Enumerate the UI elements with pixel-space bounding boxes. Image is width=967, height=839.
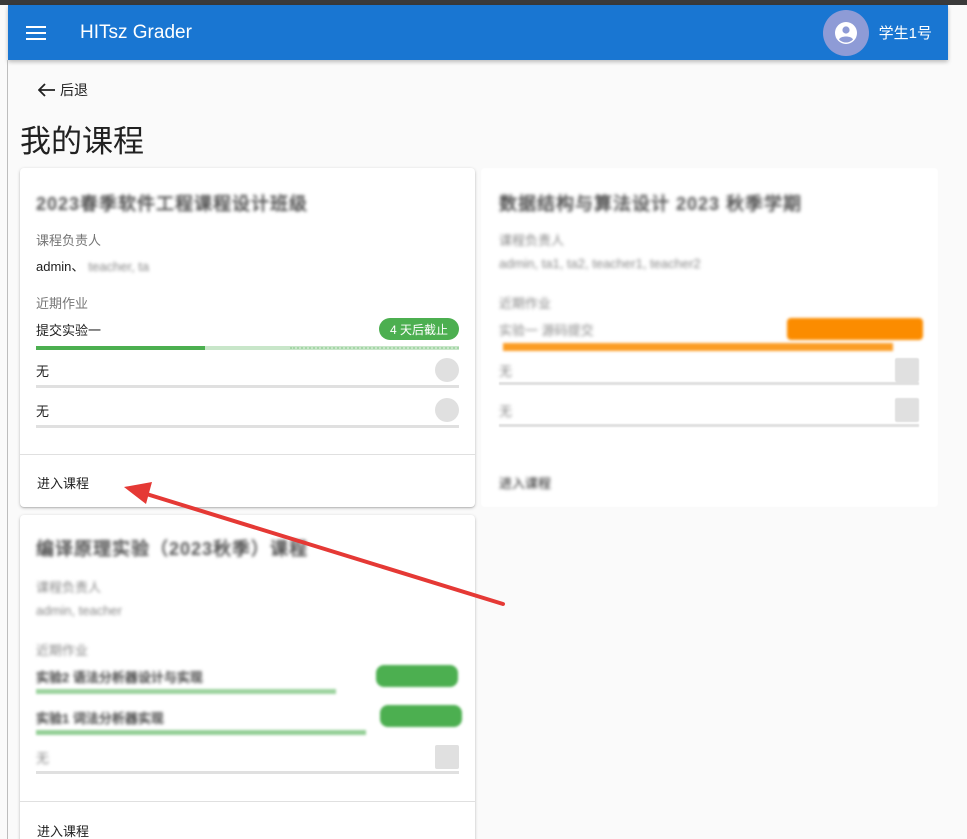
course-owners: admin, ta1, ta2, teacher1, teacher2 [499, 256, 701, 271]
recent-assignments-label: 近期作业 [36, 643, 89, 658]
enter-course-button[interactable]: 进入课程 [499, 473, 551, 492]
deadline-badge [380, 705, 462, 727]
progress-fill [36, 346, 206, 350]
owner-label: 课程负责人 [499, 233, 565, 248]
assignment-progress-empty [499, 382, 919, 385]
back-button[interactable]: 后退 [38, 80, 88, 100]
assignment-name[interactable]: 实验2 语法分析器设计与实现 [36, 667, 203, 686]
arrow-left-icon [38, 83, 55, 97]
deadline-badge [376, 665, 458, 687]
assignment-name[interactable]: 实验1 词法分析器实现 [36, 708, 164, 727]
course-owners: admin、 teacher, ta [36, 259, 150, 274]
user-menu[interactable]: 学生1号 [822, 9, 932, 56]
card-divider [20, 454, 475, 455]
course-title: 2023春季软件工程课程设计班级 [36, 194, 309, 214]
assignment-progress-empty [36, 385, 459, 388]
menu-icon [26, 25, 46, 40]
card-divider [20, 801, 475, 802]
assignment-progress-bar [503, 343, 893, 351]
assignment-progress-empty [36, 425, 459, 428]
assignment-progress-empty [36, 771, 459, 774]
recent-assignments-label: 近期作业 [36, 296, 89, 311]
status-dot [895, 398, 919, 422]
user-name: 学生1号 [878, 25, 932, 42]
account-circle-icon [834, 21, 857, 44]
assignment-name: 无 [36, 751, 50, 766]
assignment-name: 无 [36, 364, 50, 379]
deadline-badge: 4 天后截止 [378, 318, 459, 340]
assignment-progress-bar [36, 689, 336, 694]
enter-course-button[interactable]: 进入课程 [37, 821, 89, 839]
deadline-badge [787, 318, 923, 340]
assignment-progress-bar [36, 730, 366, 735]
course-owners: admin, teacher [36, 603, 122, 618]
progress-buffer [289, 347, 459, 349]
enter-course-button[interactable]: 进入课程 [37, 473, 89, 492]
window-left-edge [7, 60, 8, 839]
assignment-name: 无 [499, 364, 513, 379]
status-dot [895, 358, 919, 382]
assignment-name[interactable]: 提交实验一 [36, 320, 101, 339]
assignment-progress-bar [36, 346, 459, 350]
avatar [822, 9, 869, 56]
owner-label: 课程负责人 [36, 580, 102, 595]
course-card: 2023春季软件工程课程设计班级 课程负责人 admin、 teacher, ta… [20, 168, 475, 507]
assignment-name[interactable]: 实验一 源码提交 [499, 320, 594, 339]
menu-button[interactable] [8, 5, 64, 60]
course-card: 编译原理实验（2023秋季）课程 课程负责人 admin, teacher 近期… [20, 515, 475, 839]
owner-label: 课程负责人 [36, 233, 102, 248]
assignment-name: 无 [499, 404, 513, 419]
status-dot [435, 358, 459, 382]
status-dot [435, 398, 459, 422]
app-bar: HITsz Grader 学生1号 [8, 5, 948, 60]
page-title: 我的课程 [20, 124, 144, 159]
assignment-progress-empty [499, 424, 919, 427]
course-title: 数据结构与算法设计 2023 秋季学期 [499, 194, 803, 214]
course-title: 编译原理实验（2023秋季）课程 [36, 539, 309, 559]
course-card: 数据结构与算法设计 2023 秋季学期 课程负责人 admin, ta1, ta… [481, 168, 938, 507]
assignment-name: 无 [36, 404, 50, 419]
status-dot [435, 745, 459, 769]
back-label: 后退 [60, 82, 88, 98]
app-title: HITsz Grader [80, 21, 192, 43]
recent-assignments-label: 近期作业 [499, 296, 552, 311]
